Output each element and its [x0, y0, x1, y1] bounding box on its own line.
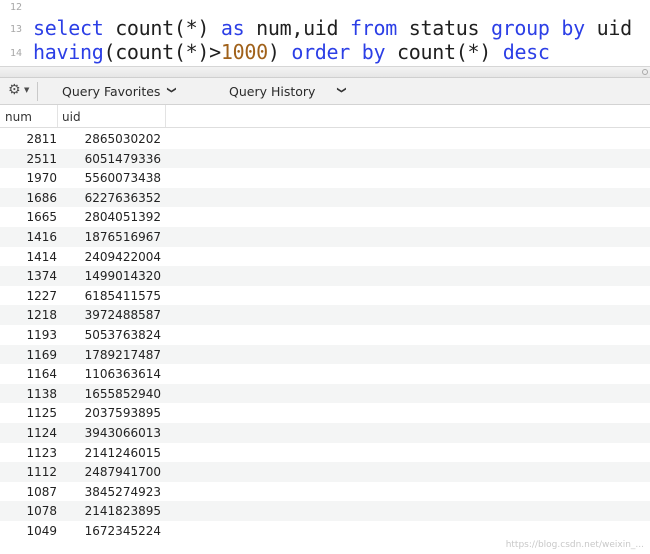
cell-num[interactable]: 1112 — [0, 465, 57, 479]
table-row[interactable]: 2811 2865030202 — [0, 129, 650, 149]
cell-num[interactable]: 1169 — [0, 348, 57, 362]
cell-uid[interactable]: 3972488587 — [60, 308, 161, 322]
cell-num[interactable]: 1227 — [0, 289, 57, 303]
sql-editor[interactable]: 12 13 select count(*) as num,uid from st… — [0, 0, 650, 64]
table-row[interactable]: 1665 2804051392 — [0, 207, 650, 227]
cell-uid[interactable]: 3845274923 — [60, 485, 161, 499]
chevron-down-icon[interactable]: ❯ — [166, 86, 176, 94]
cell-num[interactable]: 1049 — [0, 524, 57, 538]
cell-uid[interactable]: 6227636352 — [60, 191, 161, 205]
line-number: 13 — [9, 24, 22, 35]
column-header-uid[interactable]: uid — [62, 110, 81, 124]
cell-uid[interactable]: 1106363614 — [60, 367, 161, 381]
column-header-num[interactable]: num — [5, 110, 32, 124]
query-history-button[interactable]: Query History — [229, 84, 315, 99]
splitter-knob[interactable] — [642, 69, 648, 75]
table-row[interactable]: 2511 6051479336 — [0, 148, 650, 169]
sql-code-text[interactable]: having(count(*)>1000) order by count(*) … — [33, 40, 550, 64]
table-row[interactable]: 1374 1499014320 — [0, 266, 650, 286]
chevron-down-icon[interactable]: ❯ — [336, 86, 346, 94]
sql-code-text[interactable]: select count(*) as num,uid from status g… — [33, 16, 632, 40]
table-row[interactable]: 1078 2141823895 — [0, 501, 650, 521]
table-row[interactable]: 1112 2487941700 — [0, 462, 650, 482]
cell-num[interactable]: 1087 — [0, 485, 57, 499]
cell-num[interactable]: 1164 — [0, 367, 57, 381]
cell-num[interactable]: 1078 — [0, 504, 57, 518]
pane-splitter[interactable] — [0, 66, 650, 78]
cell-num[interactable]: 1123 — [0, 446, 57, 460]
table-row[interactable]: 1049 1672345224 — [0, 521, 650, 541]
table-row[interactable]: 1124 3943066013 — [0, 423, 650, 443]
cell-uid[interactable]: 3943066013 — [60, 426, 161, 440]
table-row[interactable]: 1138 1655852940 — [0, 383, 650, 404]
cell-uid[interactable]: 6051479336 — [60, 152, 161, 166]
query-toolbar: ⚙ ▼ Query Favorites ❯ Query History ❯ — [0, 78, 650, 105]
cell-uid[interactable]: 5053763824 — [60, 328, 161, 342]
cell-uid[interactable]: 2865030202 — [60, 132, 161, 146]
table-row[interactable]: 1686 6227636352 — [0, 187, 650, 208]
cell-uid[interactable]: 1655852940 — [60, 387, 161, 401]
line-number: 14 — [9, 48, 22, 59]
table-row[interactable]: 1416 1876516967 — [0, 227, 650, 247]
cell-num[interactable]: 1193 — [0, 328, 57, 342]
cell-uid[interactable]: 2141823895 — [60, 504, 161, 518]
column-separator[interactable] — [57, 105, 58, 127]
query-favorites-button[interactable]: Query Favorites — [62, 84, 160, 99]
table-row[interactable]: 1125 2037593895 — [0, 403, 650, 423]
cell-uid[interactable]: 2141246015 — [60, 446, 161, 460]
table-row[interactable]: 1218 3972488587 — [0, 305, 650, 325]
cell-num[interactable]: 2511 — [0, 152, 57, 166]
table-row[interactable]: 1414 2409422004 — [0, 247, 650, 267]
toolbar-divider — [37, 82, 38, 101]
code-line-13[interactable]: 13 select count(*) as num,uid from statu… — [0, 16, 650, 42]
table-header: num uid — [0, 105, 650, 128]
cell-uid[interactable]: 1876516967 — [60, 230, 161, 244]
cell-num[interactable]: 1138 — [0, 387, 57, 401]
cell-uid[interactable]: 5560073438 — [60, 171, 161, 185]
cell-uid[interactable]: 1672345224 — [60, 524, 161, 538]
line-number: 12 — [9, 2, 22, 13]
table-row[interactable]: 1227 6185411575 — [0, 286, 650, 306]
table-row[interactable]: 1970 5560073438 — [0, 168, 650, 188]
table-row[interactable]: 1123 2141246015 — [0, 443, 650, 463]
caret-down-icon[interactable]: ▼ — [24, 86, 29, 94]
cell-num[interactable]: 1125 — [0, 406, 57, 420]
table-row[interactable]: 1087 3845274923 — [0, 482, 650, 502]
cell-num[interactable]: 1665 — [0, 210, 57, 224]
cell-uid[interactable]: 2487941700 — [60, 465, 161, 479]
cell-num[interactable]: 1686 — [0, 191, 57, 205]
table-row[interactable]: 1169 1789217487 — [0, 344, 650, 365]
results-table: num uid 2811 2865030202 2511 6051479336 1970… — [0, 105, 650, 554]
cell-uid[interactable]: 2804051392 — [60, 210, 161, 224]
gear-icon[interactable]: ⚙ — [8, 82, 21, 98]
cell-uid[interactable]: 6185411575 — [60, 289, 161, 303]
table-row[interactable]: 1164 1106363614 — [0, 364, 650, 384]
cell-uid[interactable]: 1499014320 — [60, 269, 161, 283]
cell-num[interactable]: 1374 — [0, 269, 57, 283]
cell-uid[interactable]: 1789217487 — [60, 348, 161, 362]
cell-uid[interactable]: 2409422004 — [60, 250, 161, 264]
cell-num[interactable]: 1416 — [0, 230, 57, 244]
table-row[interactable]: 1193 5053763824 — [0, 325, 650, 345]
cell-num[interactable]: 1218 — [0, 308, 57, 322]
cell-num[interactable]: 1970 — [0, 171, 57, 185]
cell-num[interactable]: 2811 — [0, 132, 57, 146]
cell-num[interactable]: 1124 — [0, 426, 57, 440]
watermark: https://blog.csdn.net/weixin_... — [505, 540, 644, 550]
cell-num[interactable]: 1414 — [0, 250, 57, 264]
cell-uid[interactable]: 2037593895 — [60, 406, 161, 420]
column-separator[interactable] — [165, 105, 166, 127]
code-line-14[interactable]: 14 having(count(*)>1000) order by count(… — [0, 40, 650, 64]
